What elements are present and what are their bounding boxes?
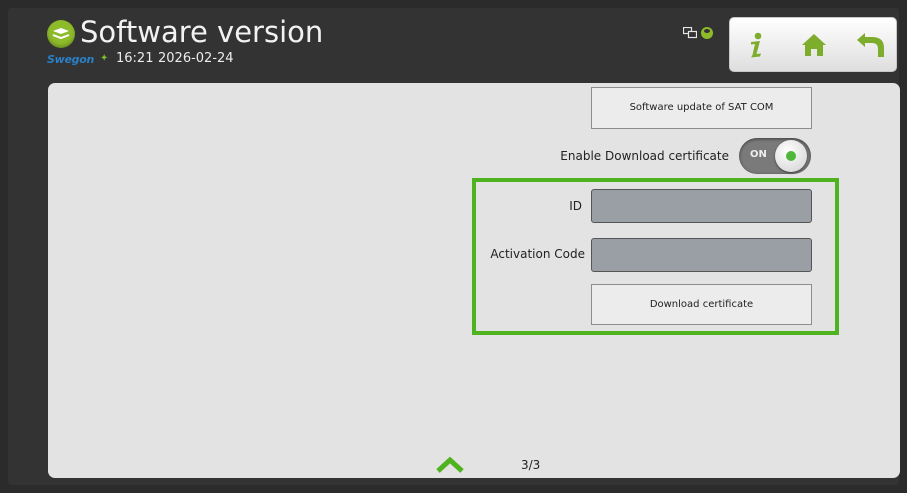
info-icon (751, 32, 762, 58)
user-icon (701, 27, 713, 39)
activation-code-label: Activation Code (490, 247, 585, 261)
enable-download-certificate-toggle[interactable]: ON (739, 138, 811, 174)
back-icon (857, 33, 884, 57)
page-title: Software version (80, 15, 324, 49)
activation-code-field[interactable] (591, 238, 812, 272)
home-icon (802, 34, 826, 56)
page-indicator: 3/3 (521, 458, 541, 472)
info-button[interactable] (740, 28, 774, 62)
back-button[interactable] (854, 28, 888, 62)
brand-logo: Swegon (47, 53, 95, 66)
software-icon (47, 20, 75, 48)
toggle-state-label: ON (750, 149, 767, 160)
toggle-indicator (786, 151, 796, 161)
leaf-icon: ✦ (100, 53, 109, 64)
id-field[interactable] (591, 189, 812, 223)
clock-time: 16:21 (116, 51, 154, 66)
download-certificate-button[interactable]: Download certificate (591, 284, 812, 325)
clock-date: 2026-02-24 (158, 51, 234, 66)
sat-com-update-button[interactable]: Software update of SAT COM (591, 87, 812, 129)
nav-button-group (729, 17, 897, 72)
home-button[interactable] (797, 28, 831, 62)
scroll-up-icon[interactable] (436, 457, 464, 473)
network-icon (683, 27, 697, 39)
toggle-knob (775, 140, 807, 172)
enable-download-certificate-label: Enable Download certificate (560, 149, 729, 163)
id-label: ID (569, 199, 582, 213)
